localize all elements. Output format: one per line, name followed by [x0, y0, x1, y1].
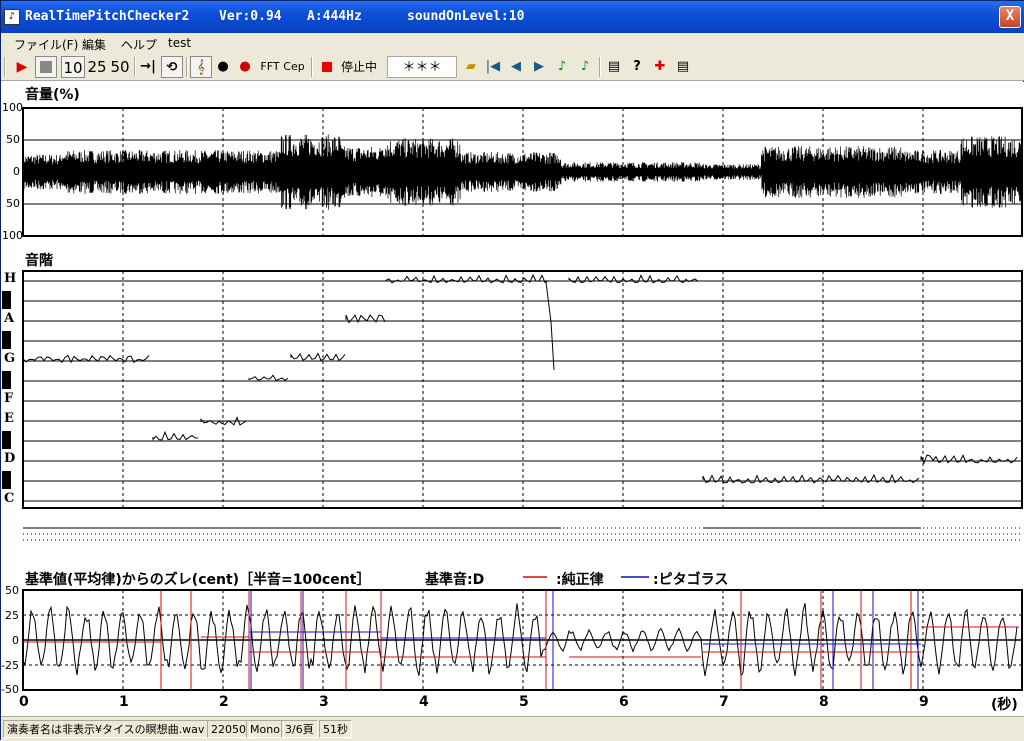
- status-channels: Mono: [246, 720, 284, 738]
- note-green-icon[interactable]: ♪: [553, 56, 571, 78]
- status-file: 演奏者名は非表示¥タイスの瞑想曲.wav: [3, 720, 209, 738]
- print-icon[interactable]: ▤: [604, 56, 624, 78]
- piano-key-black: [2, 291, 11, 309]
- help-icon[interactable]: ?: [627, 56, 647, 78]
- toolbar-separator: [186, 57, 188, 77]
- piano-key-black: [2, 431, 11, 449]
- print-2-icon[interactable]: ▤: [673, 56, 693, 78]
- marker-icon[interactable]: ✚: [650, 56, 670, 78]
- close-button[interactable]: X: [999, 6, 1021, 28]
- menu-file[interactable]: ファイル(F): [14, 36, 78, 53]
- toolbar-grip: [4, 57, 6, 77]
- menu-bar: ファイル(F) 編集 ヘルプ test: [1, 33, 1024, 53]
- zoom-25-button[interactable]: 25: [86, 56, 108, 78]
- note-display: ＊＊＊: [387, 56, 457, 78]
- fft-button[interactable]: FFT: [259, 56, 281, 78]
- status-indicator: 停止中: [340, 60, 377, 74]
- stop-icon[interactable]: [35, 56, 57, 78]
- toolbar-separator: [311, 57, 313, 77]
- person-red-icon[interactable]: ●: [236, 56, 254, 78]
- toolbar-separator: [134, 57, 136, 77]
- waveform-plots[interactable]: [1, 82, 1024, 716]
- status-rate: 22050: [207, 720, 250, 738]
- status-page: 3/6頁: [281, 720, 318, 738]
- menu-help[interactable]: ヘルプ: [121, 36, 157, 53]
- note-green-2-icon[interactable]: ♪: [576, 56, 594, 78]
- title-sound-level: soundOnLevel:10: [407, 9, 525, 24]
- person-black-icon[interactable]: ●: [214, 56, 232, 78]
- record-stop-icon[interactable]: [319, 56, 335, 78]
- title-bar[interactable]: ♪ RealTimePitchChecker2 Ver:0.94 A:444Hz…: [1, 1, 1024, 33]
- status-bar: 演奏者名は非表示¥タイスの瞑想曲.wav 22050 Mono 3/6頁 51秒: [1, 716, 1024, 741]
- open-folder-icon[interactable]: ▰: [461, 56, 481, 78]
- zoom-10-button[interactable]: 10: [61, 56, 85, 78]
- title-app-name: RealTimePitchChecker2: [25, 9, 190, 24]
- prev-page-icon[interactable]: ◀: [507, 56, 525, 78]
- toolbar-separator: [599, 57, 601, 77]
- first-page-icon[interactable]: |◀: [484, 56, 502, 78]
- zoom-50-button[interactable]: 50: [109, 56, 131, 78]
- jump-end-icon[interactable]: →|: [138, 56, 158, 78]
- toolbar: ▶ 10 25 50 →| ⟲ 𝄞 ● ● FFT Cep 停止中 ＊＊＊ ▰ …: [1, 53, 1024, 81]
- app-window: ♪ RealTimePitchChecker2 Ver:0.94 A:444Hz…: [0, 0, 1024, 741]
- app-icon[interactable]: ♪: [4, 9, 20, 25]
- loop-icon[interactable]: ⟲: [161, 56, 183, 78]
- piano-key-black: [2, 331, 11, 349]
- next-page-icon[interactable]: ▶: [530, 56, 548, 78]
- title-version: Ver:0.94: [219, 9, 282, 24]
- menu-test[interactable]: test: [168, 36, 191, 50]
- title-a-frequency: A:444Hz: [307, 9, 362, 24]
- main-panel: 音量(%) 100 50 0 50 100 音階 H A G F E D C 基…: [1, 82, 1024, 716]
- scale-frame: [22, 270, 1023, 509]
- status-duration: 51秒: [319, 720, 352, 738]
- play-icon[interactable]: ▶: [11, 56, 33, 78]
- cep-button[interactable]: Cep: [283, 56, 305, 78]
- piano-key-black: [2, 471, 11, 489]
- violin-icon[interactable]: 𝄞: [190, 56, 212, 78]
- menu-edit[interactable]: 編集: [82, 36, 106, 53]
- piano-key-black: [2, 371, 11, 389]
